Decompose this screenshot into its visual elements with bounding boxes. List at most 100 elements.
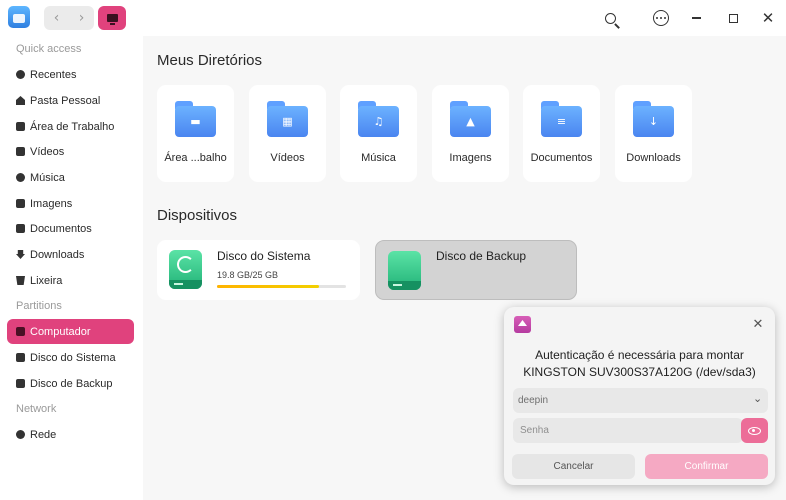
sidebar-item-disco-de-backup[interactable]: Disco de Backup [7, 371, 134, 396]
password-input[interactable] [513, 418, 743, 443]
eye-icon [748, 426, 761, 435]
folder-label: Documentos [530, 152, 593, 164]
user-select[interactable]: deepin ⌄ [513, 388, 768, 413]
image-icon [16, 199, 25, 208]
sidebar-item-disco-do-sistema[interactable]: Disco do Sistema [7, 345, 134, 370]
sidebar-item-area-de-trabalho[interactable]: Área de Trabalho [7, 114, 134, 139]
sidebar-item-label: Recentes [30, 68, 77, 81]
navigation-buttons: ‹ › [44, 6, 94, 30]
home-icon [16, 96, 25, 105]
sidebar-item-label: Downloads [30, 248, 85, 261]
more-options-icon [653, 10, 669, 26]
music-icon [16, 173, 25, 182]
forward-button[interactable]: › [69, 6, 94, 30]
download-icon [16, 250, 25, 259]
sidebar-item-label: Documentos [30, 222, 92, 235]
show-password-button[interactable] [741, 418, 768, 443]
sidebar-item-pasta-pessoal[interactable]: Pasta Pessoal [7, 88, 134, 113]
folder-label: Imagens [449, 152, 492, 164]
video-folder-icon: ▦ [267, 101, 308, 137]
sidebar-item-rede[interactable]: Rede [7, 422, 134, 447]
sidebar-item-label: Lixeira [30, 274, 63, 287]
sidebar-item-label: Disco do Sistema [30, 351, 116, 364]
sidebar-item-recentes[interactable]: Recentes [7, 62, 134, 87]
sidebar-item-downloads[interactable]: Downloads [7, 242, 134, 267]
backup-disk-icon [388, 251, 421, 290]
chevron-right-icon: › [78, 10, 85, 26]
sidebar-item-label: Disco de Backup [30, 377, 113, 390]
user-select-value: deepin [518, 395, 549, 406]
folder-label: Vídeos [270, 152, 305, 164]
sidebar-item-label: Computador [30, 325, 91, 338]
back-button[interactable]: ‹ [44, 6, 69, 30]
search-button[interactable] [598, 6, 622, 30]
clock-icon [16, 70, 25, 79]
sidebar-item-computador[interactable]: Computador [7, 319, 134, 344]
dialog-message-line: Autenticação é necessária para montar [535, 348, 744, 362]
dialog-close-button[interactable]: ✕ [750, 316, 766, 332]
disk-icon [16, 379, 25, 388]
search-icon [604, 12, 616, 24]
sidebar-item-label: Pasta Pessoal [30, 94, 101, 107]
sidebar-item-label: Área de Trabalho [30, 120, 115, 133]
video-icon [16, 147, 25, 156]
file-manager-logo-icon [8, 6, 30, 28]
sidebar-item-imagens[interactable]: Imagens [7, 191, 134, 216]
folder-card-area-de-trabalho[interactable]: ▬ Área ...balho [157, 85, 234, 182]
chevron-down-icon: ⌄ [753, 392, 763, 405]
title-bar: ‹ › ✕ [0, 0, 786, 36]
usage-bar [217, 285, 346, 288]
folder-card-documentos[interactable]: ≡ Documentos [523, 85, 600, 182]
sidebar-item-label: Rede [30, 428, 57, 441]
dialog-message-line: KINGSTON SUV300S37A120G (/dev/sda3) [523, 365, 756, 379]
folder-card-videos[interactable]: ▦ Vídeos [249, 85, 326, 182]
desktop-icon [16, 122, 25, 131]
folder-card-downloads[interactable]: ↓ Downloads [615, 85, 692, 182]
sidebar-item-videos[interactable]: Vídeos [7, 139, 134, 164]
sidebar-section-partitions: Partitions [16, 300, 62, 312]
main-menu-button[interactable] [649, 6, 673, 30]
monitor-icon [106, 14, 118, 25]
sidebar-item-musica[interactable]: Música [7, 165, 134, 190]
sidebar-item-documentos[interactable]: Documentos [7, 216, 134, 241]
devices-title: Dispositivos [157, 207, 238, 224]
maximize-button[interactable] [721, 6, 745, 30]
image-folder-icon: ▲ [450, 101, 491, 137]
folder-label: Downloads [626, 152, 681, 164]
desktop-folder-icon: ▬ [175, 101, 216, 137]
auth-dialog: ✕ Autenticação é necessária para montar … [504, 307, 775, 485]
document-icon [16, 224, 25, 233]
eject-icon [514, 316, 531, 333]
minimize-button[interactable] [684, 6, 708, 30]
sidebar-section-network: Network [16, 403, 57, 415]
device-name: Disco do Sistema [217, 249, 311, 263]
close-window-button[interactable]: ✕ [756, 6, 780, 30]
minimize-icon [691, 17, 701, 19]
music-folder-icon: ♫ [358, 101, 399, 137]
document-folder-icon: ≡ [541, 101, 582, 137]
sidebar-item-lixeira[interactable]: Lixeira [7, 268, 134, 293]
disk-icon [16, 353, 25, 362]
folder-card-musica[interactable]: ♫ Música [340, 85, 417, 182]
chevron-left-icon: ‹ [53, 10, 60, 26]
sidebar-section-quick-access: Quick access [16, 43, 82, 55]
network-icon [16, 430, 25, 439]
maximize-icon [728, 13, 738, 23]
usage-bar-fill [217, 285, 319, 288]
directories-title: Meus Diretórios [157, 52, 263, 69]
folder-label: Área ...balho [164, 152, 227, 164]
computer-view-button[interactable] [98, 6, 126, 30]
dialog-message: Autenticação é necessária para montar KI… [504, 347, 775, 381]
sidebar-item-label: Imagens [30, 197, 73, 210]
device-card-disco-do-sistema[interactable]: Disco do Sistema 19.8 GB/25 GB [157, 240, 360, 300]
system-disk-icon [169, 250, 202, 289]
download-folder-icon: ↓ [633, 101, 674, 137]
sidebar: Quick access Recentes Pasta Pessoal Área… [0, 36, 143, 500]
sidebar-item-label: Música [30, 171, 65, 184]
folder-card-imagens[interactable]: ▲ Imagens [432, 85, 509, 182]
computer-icon [16, 327, 25, 336]
close-icon: ✕ [752, 316, 764, 332]
confirm-button[interactable]: Confirmar [645, 454, 768, 479]
cancel-button[interactable]: Cancelar [512, 454, 635, 479]
device-card-disco-de-backup[interactable]: Disco de Backup [375, 240, 577, 300]
